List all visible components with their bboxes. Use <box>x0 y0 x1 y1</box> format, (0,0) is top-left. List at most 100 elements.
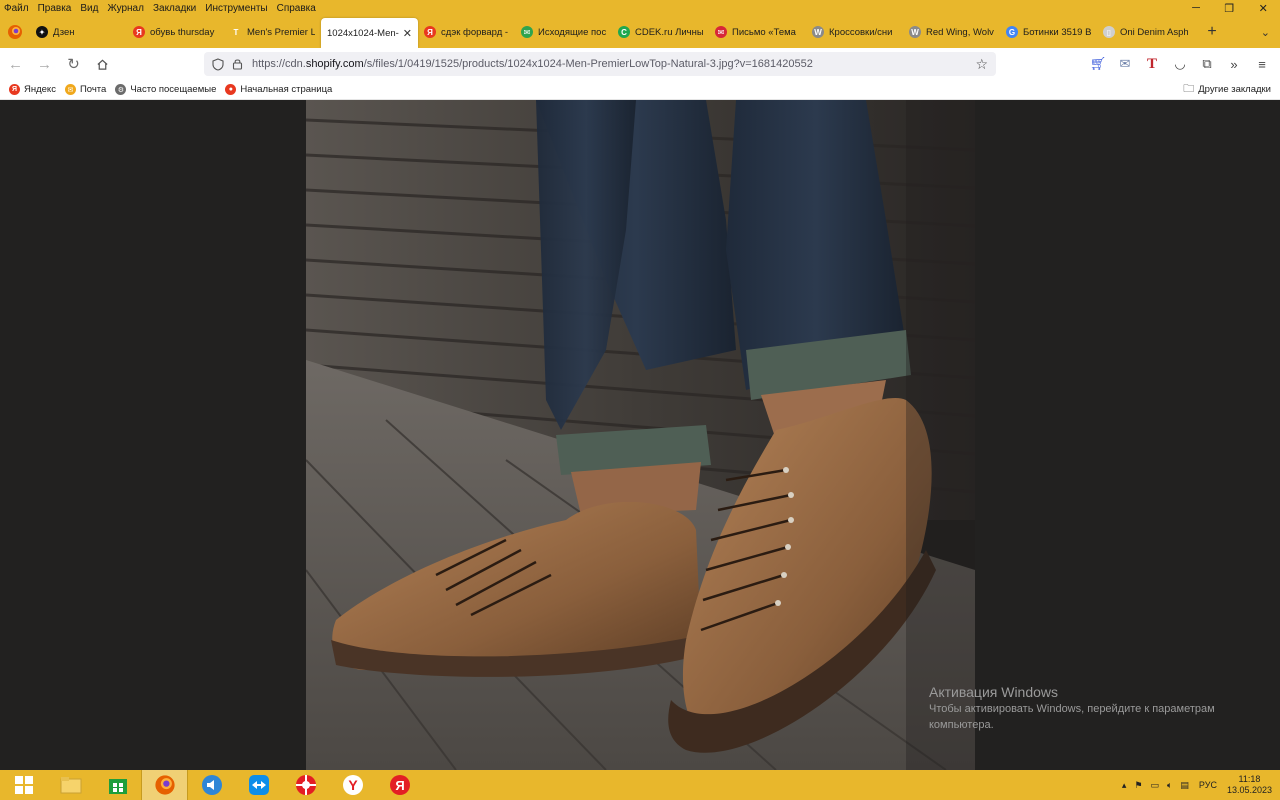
tab-favicon-icon: Я <box>424 26 436 38</box>
svg-text:Я: Я <box>395 778 404 793</box>
tab-label: Письмо «Тема <box>732 26 796 38</box>
tab-9[interactable]: W Red Wing, Wolv <box>903 18 1000 46</box>
menu-bar: Файл Правка Вид Журнал Закладки Инструме… <box>0 0 325 16</box>
forward-button[interactable]: → <box>31 51 58 78</box>
teamviewer-icon <box>248 775 269 795</box>
url-text[interactable]: https://cdn.shopify.com/s/files/1/0419/1… <box>252 58 813 70</box>
tab-1[interactable]: Яобувь thursday <box>127 18 224 46</box>
speaker-icon <box>201 775 222 795</box>
network-icon[interactable]: ▭ <box>1150 780 1159 791</box>
bookmark-favicon-icon: ● <box>225 84 237 95</box>
bookmark-item-2[interactable]: ⚙ Часто посещаемые <box>115 84 216 95</box>
url-prefix: https://cdn. <box>252 58 306 70</box>
taskbar-yandex-browser[interactable]: Y <box>329 770 376 800</box>
pocket-icon[interactable]: ◡ <box>1172 56 1188 72</box>
taskbar-teamviewer[interactable] <box>235 770 282 800</box>
other-bookmarks-label: Другие закладки <box>1198 84 1271 95</box>
shield-icon[interactable] <box>212 57 224 71</box>
clock[interactable]: 11:18 13.05.2023 <box>1227 774 1272 796</box>
system-tray: ▴ ⚑ ▭ 🔈︎ ▤ РУС 11:18 13.05.2023 <box>1122 770 1272 800</box>
extensions-puzzle-icon[interactable]: ⧉ <box>1199 56 1215 72</box>
bookmark-item-0[interactable]: Я Яндекс <box>9 84 56 95</box>
tab-6[interactable]: C CDEK.ru Личны <box>612 18 709 46</box>
tab-label: Men's Premier L <box>247 26 315 38</box>
tab-7[interactable]: ✉ Письмо «Тема <box>709 18 806 46</box>
cart-icon[interactable]: 🛒︎ <box>1090 56 1107 72</box>
list-all-tabs-button[interactable]: ⌄ <box>1261 26 1270 39</box>
extension-mail-icon[interactable]: ✉ <box>1117 56 1133 72</box>
minimize-button[interactable]: ─ <box>1192 2 1200 14</box>
tab-5[interactable]: ✉ Исходящие пос <box>515 18 612 46</box>
home-button[interactable] <box>89 51 116 78</box>
tab-label: Исходящие пос <box>538 26 606 38</box>
back-button[interactable]: ← <box>2 51 29 78</box>
tab-label: сдэк форвард - <box>441 26 509 38</box>
tab-strip: ✦ Дзен Яобувь thursday T Men's Premier L 1024… <box>0 16 1280 48</box>
taskbar-speaker-app[interactable] <box>188 770 235 800</box>
menu-edit[interactable]: Правка <box>38 3 72 14</box>
bookmark-label: Почта <box>79 84 107 95</box>
hamburger-menu-icon[interactable]: ≡ <box>1254 56 1270 72</box>
menu-bookmarks[interactable]: Закладки <box>153 3 196 14</box>
bookmark-favicon-icon: ✉ <box>64 84 76 95</box>
bookmark-item-3[interactable]: ● Начальная страница <box>225 84 332 95</box>
navigation-toolbar: ← → ↻ https://cdn.shopify.com/s/files/1/… <box>0 48 1280 80</box>
bookmark-star-icon[interactable]: ☆ <box>975 56 988 73</box>
language-indicator[interactable]: РУС <box>1199 780 1217 790</box>
extension-t-icon[interactable]: T <box>1144 56 1160 72</box>
svg-text:Y: Y <box>348 777 358 793</box>
taskbar-file-explorer[interactable] <box>47 770 94 800</box>
overflow-chevrons-icon[interactable]: » <box>1226 56 1242 72</box>
tab-close-button[interactable]: ✕ <box>403 27 412 40</box>
tab-favicon-icon: Я <box>133 26 145 38</box>
tab-2[interactable]: T Men's Premier L <box>224 18 321 46</box>
bookmarks-toolbar: Я Яндекс ✉ Почта ⚙ Часто посещаемые ● Начальная… <box>0 80 1280 100</box>
tab-label: Дзен <box>53 26 75 38</box>
tab-favicon-icon: C <box>618 26 630 38</box>
bookmark-favicon-icon: ⚙ <box>115 84 127 95</box>
tab-favicon-icon: ▯ <box>1103 26 1115 38</box>
taskbar-firefox[interactable] <box>141 770 188 800</box>
url-path: /s/files/1/0419/1525/products/1024x1024-… <box>363 58 813 70</box>
tab-10[interactable]: G Ботинки 3519 B <box>1000 18 1097 46</box>
taskbar-yandex[interactable]: Я <box>376 770 423 800</box>
title-bar: Файл Правка Вид Журнал Закладки Инструме… <box>0 0 1280 48</box>
url-host: shopify.com <box>305 58 364 70</box>
address-bar[interactable]: https://cdn.shopify.com/s/files/1/0419/1… <box>204 52 996 76</box>
tab-label: CDEK.ru Личны <box>635 26 703 38</box>
tab-4[interactable]: Ясдэк форвард - <box>418 18 515 46</box>
start-button[interactable] <box>0 770 47 800</box>
menu-view[interactable]: Вид <box>80 3 98 14</box>
bookmark-label: Яндекс <box>24 84 56 95</box>
tab-3[interactable]: 1024x1024-Men-P ✕ <box>321 18 418 48</box>
tab-0[interactable]: ✦ Дзен <box>30 18 127 46</box>
other-bookmarks-folder[interactable]: 🗀︎ Другие закладки <box>1183 80 1271 99</box>
close-window-button[interactable]: ✕ <box>1259 2 1268 15</box>
firefox-view-button[interactable] <box>0 16 30 48</box>
tray-overflow-icon[interactable]: ▴ <box>1122 780 1127 791</box>
flag-icon[interactable]: ⚑ <box>1134 780 1142 791</box>
window-controls: ─ ❐ ✕ <box>1180 0 1280 16</box>
windows-logo-icon <box>14 776 33 794</box>
tab-11[interactable]: ▯ Oni Denim Asph <box>1097 18 1194 46</box>
reload-button[interactable]: ↻ <box>60 51 87 78</box>
menu-tools[interactable]: Инструменты <box>205 3 267 14</box>
menu-file[interactable]: Файл <box>4 3 29 14</box>
volume-icon[interactable]: 🔈︎ <box>1167 780 1172 791</box>
new-tab-button[interactable]: + <box>1200 23 1224 41</box>
shoe-photo[interactable] <box>306 100 975 770</box>
menu-help[interactable]: Справка <box>277 3 316 14</box>
monitor-icon[interactable]: ▤ <box>1180 780 1189 791</box>
tab-8[interactable]: W Кроссовки/сни <box>806 18 903 46</box>
menu-history[interactable]: Журнал <box>107 3 144 14</box>
maximize-button[interactable]: ❐ <box>1224 2 1234 15</box>
tab-label: Oni Denim Asph <box>1120 26 1188 38</box>
tab-label: обувь thursday <box>150 26 215 38</box>
taskbar-store[interactable] <box>94 770 141 800</box>
yandex-browser-icon: Y <box>342 775 363 795</box>
lock-icon[interactable] <box>232 58 243 70</box>
taskbar-red-app[interactable] <box>282 770 329 800</box>
yandex-icon: Я <box>389 775 410 795</box>
bookmark-item-1[interactable]: ✉ Почта <box>64 84 107 95</box>
windows-taskbar: Y Я ▴ ⚑ ▭ 🔈︎ ▤ РУС 11:18 13.05.2023 <box>0 770 1280 800</box>
